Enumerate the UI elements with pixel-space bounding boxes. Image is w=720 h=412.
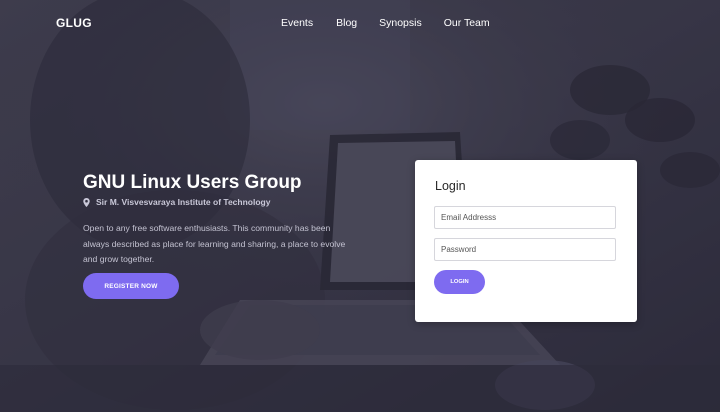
nav-link-synopsis[interactable]: Synopsis — [379, 17, 422, 29]
location-text: Sir M. Visvesvaraya Institute of Technol… — [96, 197, 271, 207]
email-field[interactable] — [434, 206, 616, 229]
nav-link-events[interactable]: Events — [281, 17, 313, 29]
password-field[interactable] — [434, 238, 616, 261]
hero-title: GNU Linux Users Group — [83, 172, 302, 193]
login-button[interactable]: LOGIN — [434, 270, 485, 294]
brand-logo[interactable]: GLUG — [56, 16, 92, 30]
nav-link-blog[interactable]: Blog — [336, 17, 357, 29]
top-navbar: GLUG Events Blog Synopsis Our Team — [0, 0, 720, 46]
nav-link-our-team[interactable]: Our Team — [444, 17, 490, 29]
location-line: Sir M. Visvesvaraya Institute of Technol… — [83, 197, 373, 207]
intro-block: GNU Linux Users Group Sir M. Visvesvaray… — [83, 171, 373, 276]
register-now-button[interactable]: REGISTER NOW — [83, 273, 179, 299]
hero-section: GLUG Events Blog Synopsis Our Team GNU L… — [0, 0, 720, 412]
hero-description: Open to any free software enthusiasts. T… — [83, 223, 346, 264]
login-title: Login — [435, 179, 466, 193]
map-pin-icon — [83, 197, 90, 207]
nav-menu: Events Blog Synopsis Our Team — [281, 17, 490, 29]
